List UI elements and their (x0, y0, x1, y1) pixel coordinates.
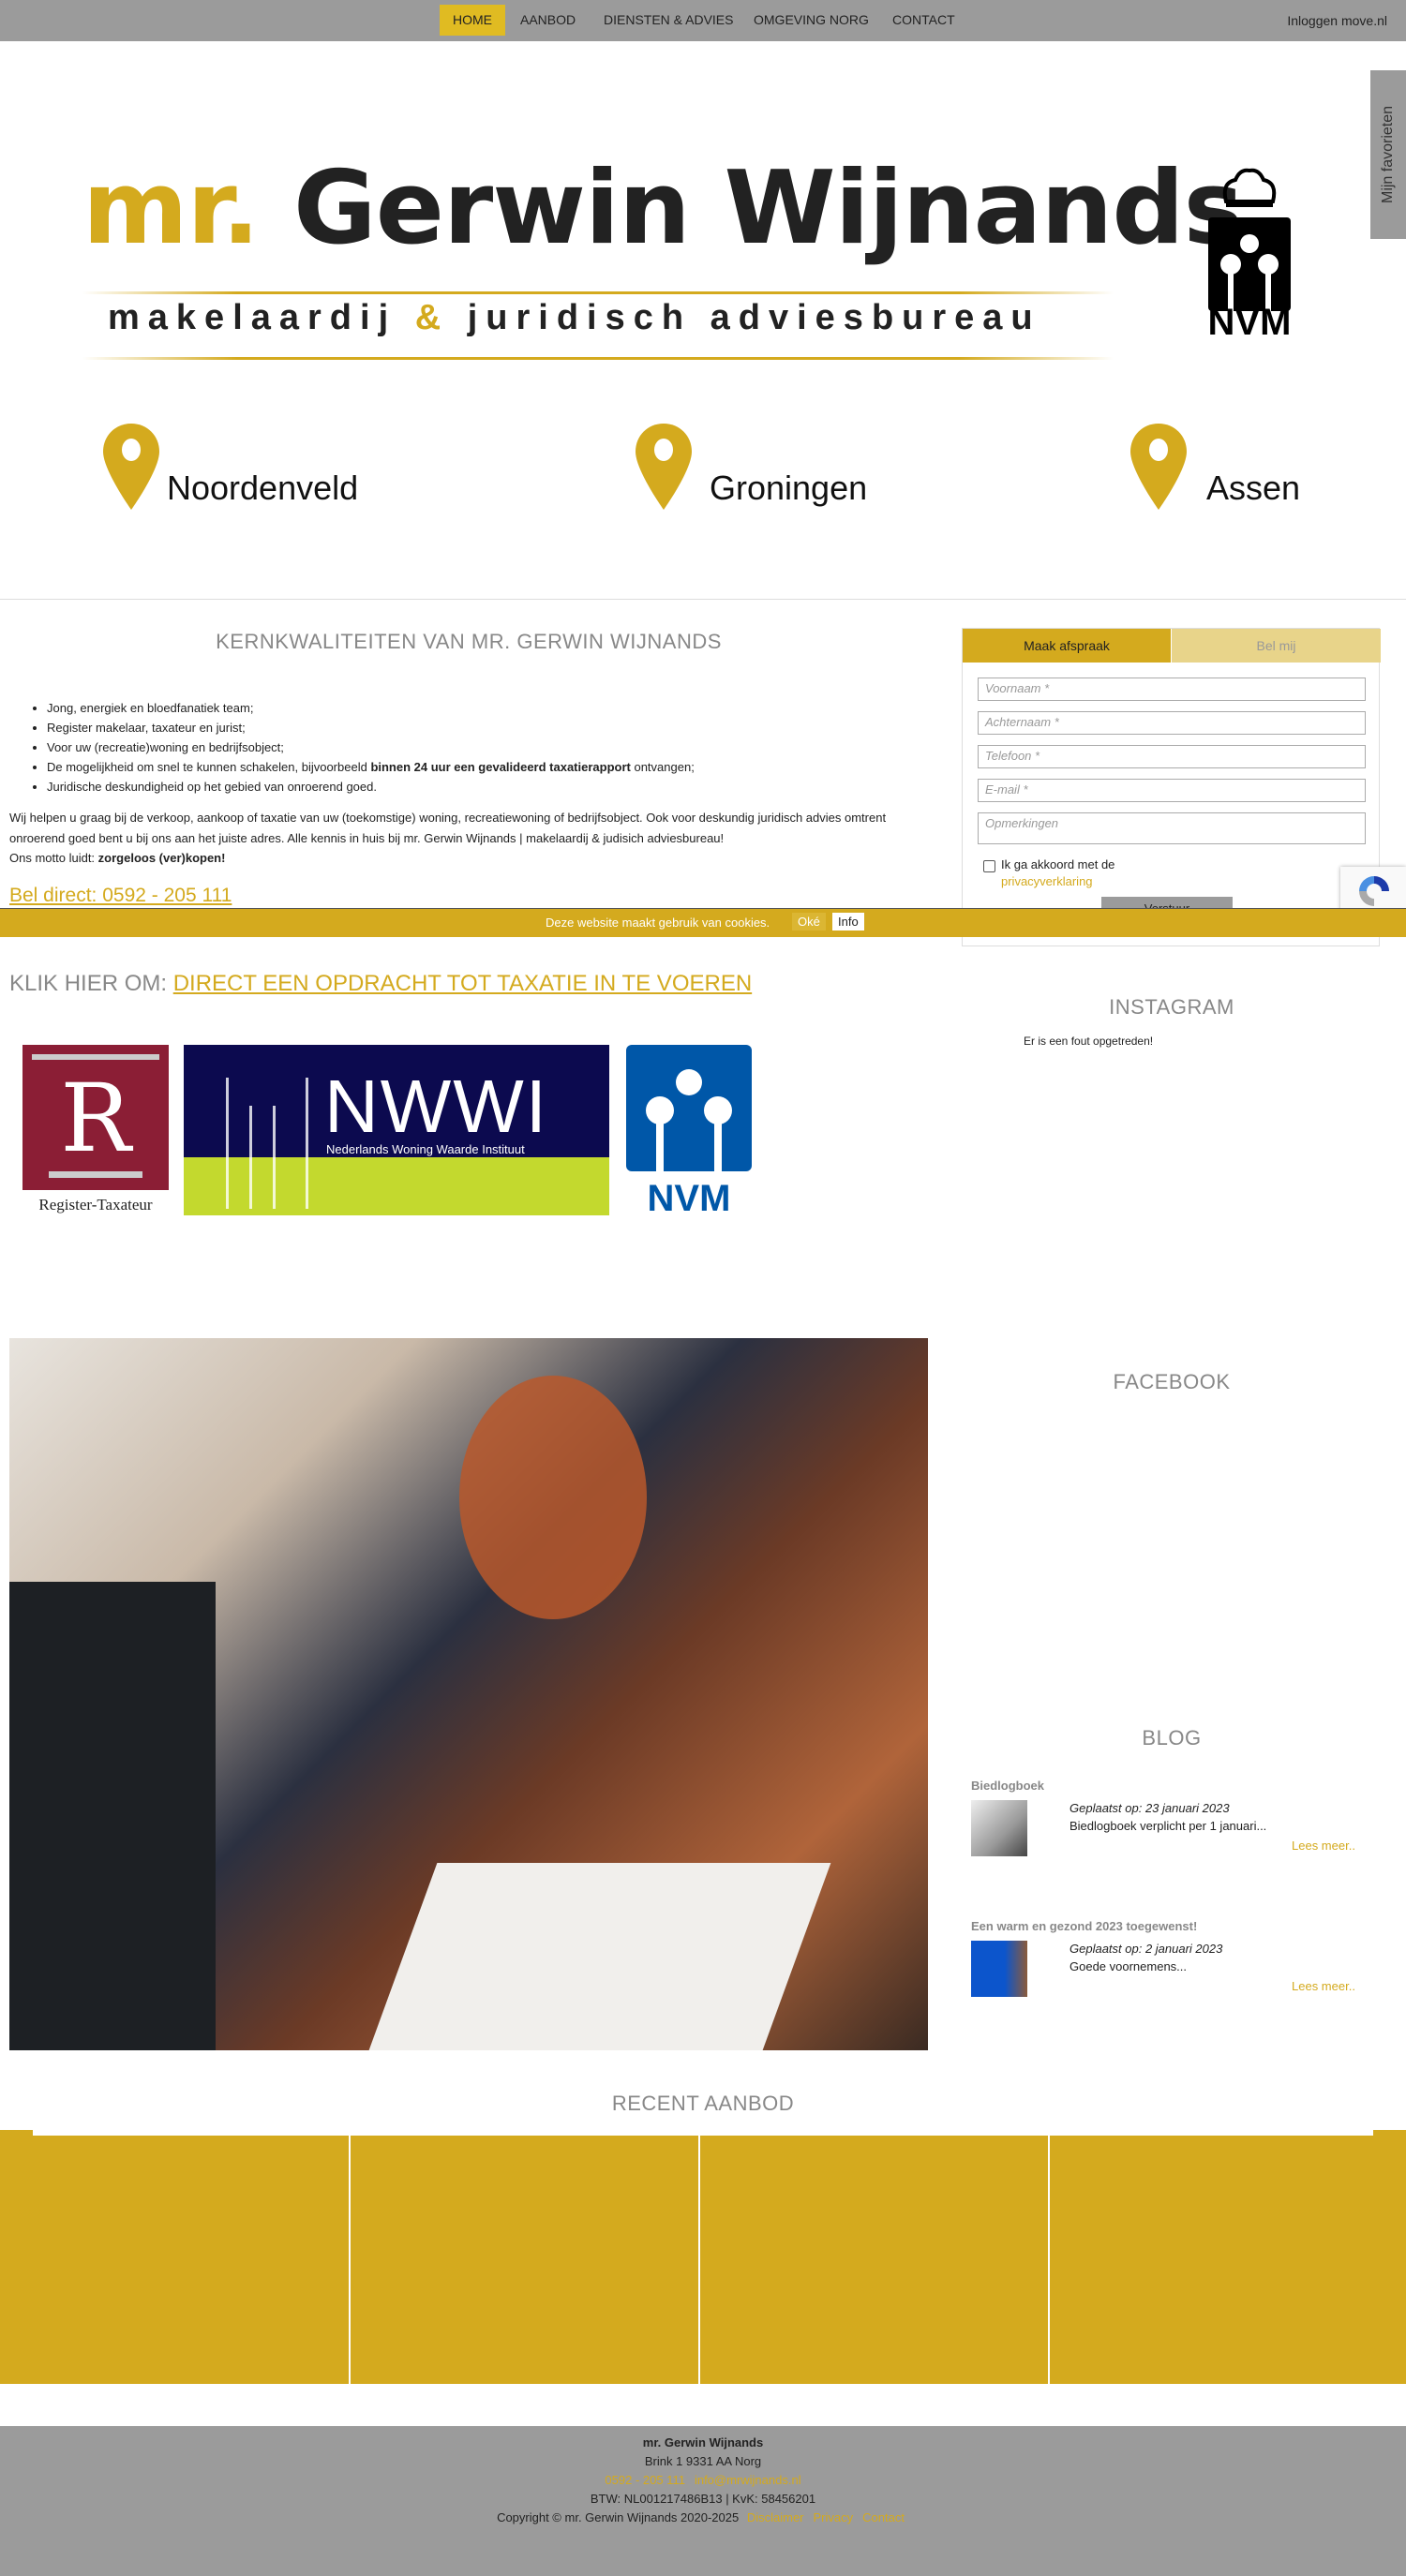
blog-read-more[interactable]: Lees meer.. (1292, 1979, 1355, 1993)
nav-home[interactable]: HOME (440, 5, 505, 36)
nvm-logo: NVM (1203, 159, 1296, 343)
recent-aanbod-carousel (0, 2130, 1406, 2384)
cookie-info-button[interactable]: Info (832, 913, 864, 931)
kern-heading: KERNKWALITEITEN VAN MR. GERWIN WIJNANDS (216, 630, 722, 653)
taxatie-link[interactable]: DIRECT EEN OPDRACHT TOT TAXATIE IN TE VO… (173, 971, 752, 996)
location-groningen: Groningen (710, 469, 868, 507)
carousel-divider (1048, 2130, 1050, 2384)
footer-address: Brink 1 9331 AA Norg (644, 2454, 762, 2468)
login-link[interactable]: Inloggen move.nl (1287, 0, 1387, 41)
team-photo (9, 1338, 928, 2050)
nav-diensten-advies[interactable]: DIENSTEN & ADVIES (591, 5, 746, 36)
privacy-link[interactable]: privacyverklaring (1001, 874, 1093, 888)
list-item: De mogelijkheid om snel te kunnen schake… (47, 757, 695, 777)
email-input[interactable]: E-mail * (978, 779, 1366, 802)
blog-item-excerpt: Goede voornemens... (1069, 1959, 1188, 1973)
footer-phone-link[interactable]: 0592 - 205 111 (605, 2473, 685, 2487)
logo-name1: Gerwin (293, 150, 691, 267)
nvm-figure-icon (626, 1045, 752, 1171)
blog-read-more[interactable]: Lees meer.. (1292, 1839, 1355, 1853)
location-assen: Assen (1206, 469, 1301, 507)
instagram-heading: INSTAGRAM (1109, 995, 1234, 1019)
agree-checkbox[interactable] (983, 860, 995, 872)
appointment-form: Maak afspraak Bel mij Voornaam * Achtern… (962, 628, 1381, 946)
logo-line (82, 291, 1114, 294)
recaptcha-icon (1359, 876, 1389, 906)
footer-contact-link[interactable]: Contact (862, 2510, 905, 2524)
blog-item-date: Geplaatst op: 2 januari 2023 (1069, 1942, 1223, 1956)
blog-heading: BLOG (1142, 1726, 1202, 1750)
carousel-divider (698, 2130, 700, 2384)
list-item: Register makelaar, taxateur en jurist; (47, 718, 695, 737)
opmerkingen-textarea[interactable]: Opmerkingen (978, 812, 1366, 844)
list-item: Jong, energiek en bloedfanatiek team; (47, 698, 695, 718)
location-pin-icon (103, 424, 159, 510)
telefoon-input[interactable]: Telefoon * (978, 745, 1366, 768)
blog-thumbnail[interactable] (971, 1800, 1027, 1856)
list-item: Juridische deskundigheid op het gebied v… (47, 777, 695, 797)
blog-item-title[interactable]: Een warm en gezond 2023 toegewenst! (971, 1919, 1197, 1933)
divider (0, 599, 1406, 600)
logo-subtitle: makelaardij & juridisch adviesbureau (108, 298, 1041, 337)
taxatie-cta: KLIK HIER OM: DIRECT EEN OPDRACHT TOT TA… (9, 971, 753, 996)
blog-item-excerpt: Biedlogboek verplicht per 1 januari... (1069, 1819, 1267, 1833)
tab-maak-afspraak[interactable]: Maak afspraak (963, 629, 1171, 663)
location-pin-icon (1130, 424, 1187, 510)
location-pin-icon (636, 424, 692, 510)
footer: mr. Gerwin Wijnands Brink 1 9331 AA Norg… (0, 2426, 1406, 2576)
footer-btw: BTW: NL001217486B13 | KvK: 58456201 (590, 2492, 816, 2506)
footer-name: mr. Gerwin Wijnands (642, 2435, 764, 2449)
recent-aanbod-heading: RECENT AANBOD (611, 2092, 795, 2115)
logo-name2: Wijnands (724, 150, 1244, 267)
nav-omgeving-norg[interactable]: OMGEVING NORG (740, 5, 882, 36)
cookie-text: Deze website maakt gebruik van cookies. (546, 916, 770, 930)
nwwi-logo: NWWI Nederlands Woning Waarde Instituut (184, 1045, 609, 1215)
blog-item-title[interactable]: Biedlogboek (971, 1779, 1044, 1793)
list-item: Voor uw (recreatie)woning en bedrijfsobj… (47, 737, 695, 757)
location-noordenveld: Noordenveld (167, 469, 359, 507)
register-taxateur-logo: R Register-Taxateur (22, 1045, 169, 1218)
tab-bel-mij[interactable]: Bel mij (1172, 629, 1381, 663)
logo-mr: mr. (82, 150, 260, 267)
favorites-tab[interactable]: Mijn favorieten (1370, 70, 1406, 239)
top-nav: HOME AANBOD DIENSTEN & ADVIES OMGEVING N… (0, 0, 1406, 41)
intro-paragraph: Wij helpen u graag bij de verkoop, aanko… (9, 811, 887, 865)
cookie-ok-button[interactable]: Oké (792, 913, 826, 931)
logo: mr. Gerwin Wijnands (82, 150, 1244, 267)
phone-link[interactable]: Bel direct: 0592 - 205 111 (9, 885, 232, 907)
agree-label: Ik ga akkoord met de (1001, 857, 1115, 871)
recaptcha-badge[interactable] (1340, 867, 1406, 914)
blog-item-date: Geplaatst op: 23 januari 2023 (1069, 1801, 1230, 1815)
nav-aanbod[interactable]: AANBOD (507, 5, 589, 36)
blog-thumbnail[interactable] (971, 1941, 1027, 1997)
carousel-divider (349, 2130, 351, 2384)
kern-list: Jong, energiek en bloedfanatiek team; Re… (47, 698, 695, 797)
nav-contact[interactable]: CONTACT (879, 5, 968, 36)
footer-email-link[interactable]: info@mrwijnands.nl (695, 2473, 801, 2487)
nvm-badge-logo: NVM (626, 1045, 752, 1219)
logo-line (82, 357, 1114, 360)
footer-copyright: Copyright © mr. Gerwin Wijnands 2020-202… (497, 2510, 740, 2524)
voornaam-input[interactable]: Voornaam * (978, 678, 1366, 701)
facebook-heading: FACEBOOK (1113, 1370, 1231, 1393)
achternaam-input[interactable]: Achternaam * (978, 711, 1366, 735)
footer-privacy-link[interactable]: Privacy (814, 2510, 854, 2524)
footer-disclaimer-link[interactable]: Disclaimer (747, 2510, 804, 2524)
instagram-error: Er is een fout opgetreden! (1024, 1035, 1154, 1048)
cookie-bar: Deze website maakt gebruik van cookies. … (0, 908, 1406, 937)
